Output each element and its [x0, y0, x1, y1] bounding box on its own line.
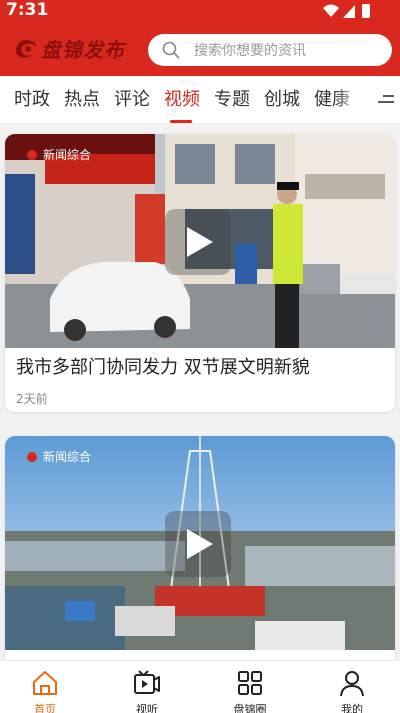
channel-logo-icon	[27, 149, 37, 160]
nav-profile-label: 我的	[341, 703, 363, 713]
logo-mark-icon	[15, 39, 36, 58]
grid-icon	[238, 671, 262, 695]
status-bar: 7:31	[0, 0, 400, 22]
status-time: 7:31	[6, 0, 49, 20]
video-thumbnail[interactable]: 新闻综合	[5, 436, 395, 650]
nav-audiovisual[interactable]: 视听	[107, 661, 187, 713]
watermark-text: 新闻综合	[43, 148, 92, 162]
battery-icon	[362, 4, 370, 18]
video-card[interactable]: 新闻综合 我市多部门协同发力 双节展文明新貌 2天前	[5, 134, 395, 412]
tab-topics[interactable]: 专题	[214, 88, 250, 112]
card-time: 2天前	[16, 392, 48, 406]
play-button[interactable]	[165, 209, 231, 275]
search-input[interactable]: 搜索你想要的资讯	[148, 34, 392, 66]
nav-circle-label: 盘锦圈	[233, 703, 267, 713]
status-icons	[323, 4, 370, 18]
signal-icon	[343, 5, 355, 18]
play-icon	[187, 227, 213, 257]
tab-comment[interactable]: 评论	[114, 88, 150, 112]
video-icon	[134, 670, 160, 694]
play-button[interactable]	[165, 511, 231, 577]
tab-hot[interactable]: 热点	[64, 88, 100, 112]
menu-icon[interactable]	[378, 93, 394, 107]
search-placeholder: 搜索你想要的资讯	[194, 43, 306, 59]
channel-logo-icon	[27, 451, 37, 462]
tab-fade	[334, 76, 374, 123]
nav-home-label: 首页	[34, 703, 56, 713]
nav-circle[interactable]: 盘锦圈	[210, 661, 290, 713]
tab-video[interactable]: 视频	[164, 88, 200, 112]
app-header: 盘锦发布 搜索你想要的资讯	[0, 22, 400, 76]
card-title[interactable]: 我市多部门协同发力 双节展文明新貌	[16, 356, 310, 380]
tab-politics[interactable]: 时政	[14, 88, 50, 112]
channel-watermark: 新闻综合	[25, 448, 91, 465]
wifi-icon	[323, 4, 339, 17]
user-icon	[340, 671, 364, 697]
app-logo: 盘锦发布	[14, 35, 125, 62]
play-icon	[187, 529, 213, 559]
channel-watermark: 新闻综合	[25, 146, 91, 163]
video-thumbnail[interactable]: 新闻综合	[5, 134, 395, 348]
search-icon	[162, 41, 180, 59]
nav-home[interactable]: 首页	[5, 661, 85, 713]
bottom-navigation: 首页 视听 盘锦圈 我的	[0, 660, 400, 713]
home-icon	[33, 671, 57, 695]
watermark-text: 新闻综合	[43, 450, 92, 464]
nav-audiovisual-label: 视听	[136, 703, 158, 713]
logo-text: 盘锦发布	[41, 37, 125, 62]
tab-civilized-city[interactable]: 创城	[264, 88, 300, 112]
nav-profile[interactable]: 我的	[312, 661, 392, 713]
active-tab-indicator	[170, 120, 192, 123]
video-card[interactable]: 新闻综合	[5, 436, 395, 676]
